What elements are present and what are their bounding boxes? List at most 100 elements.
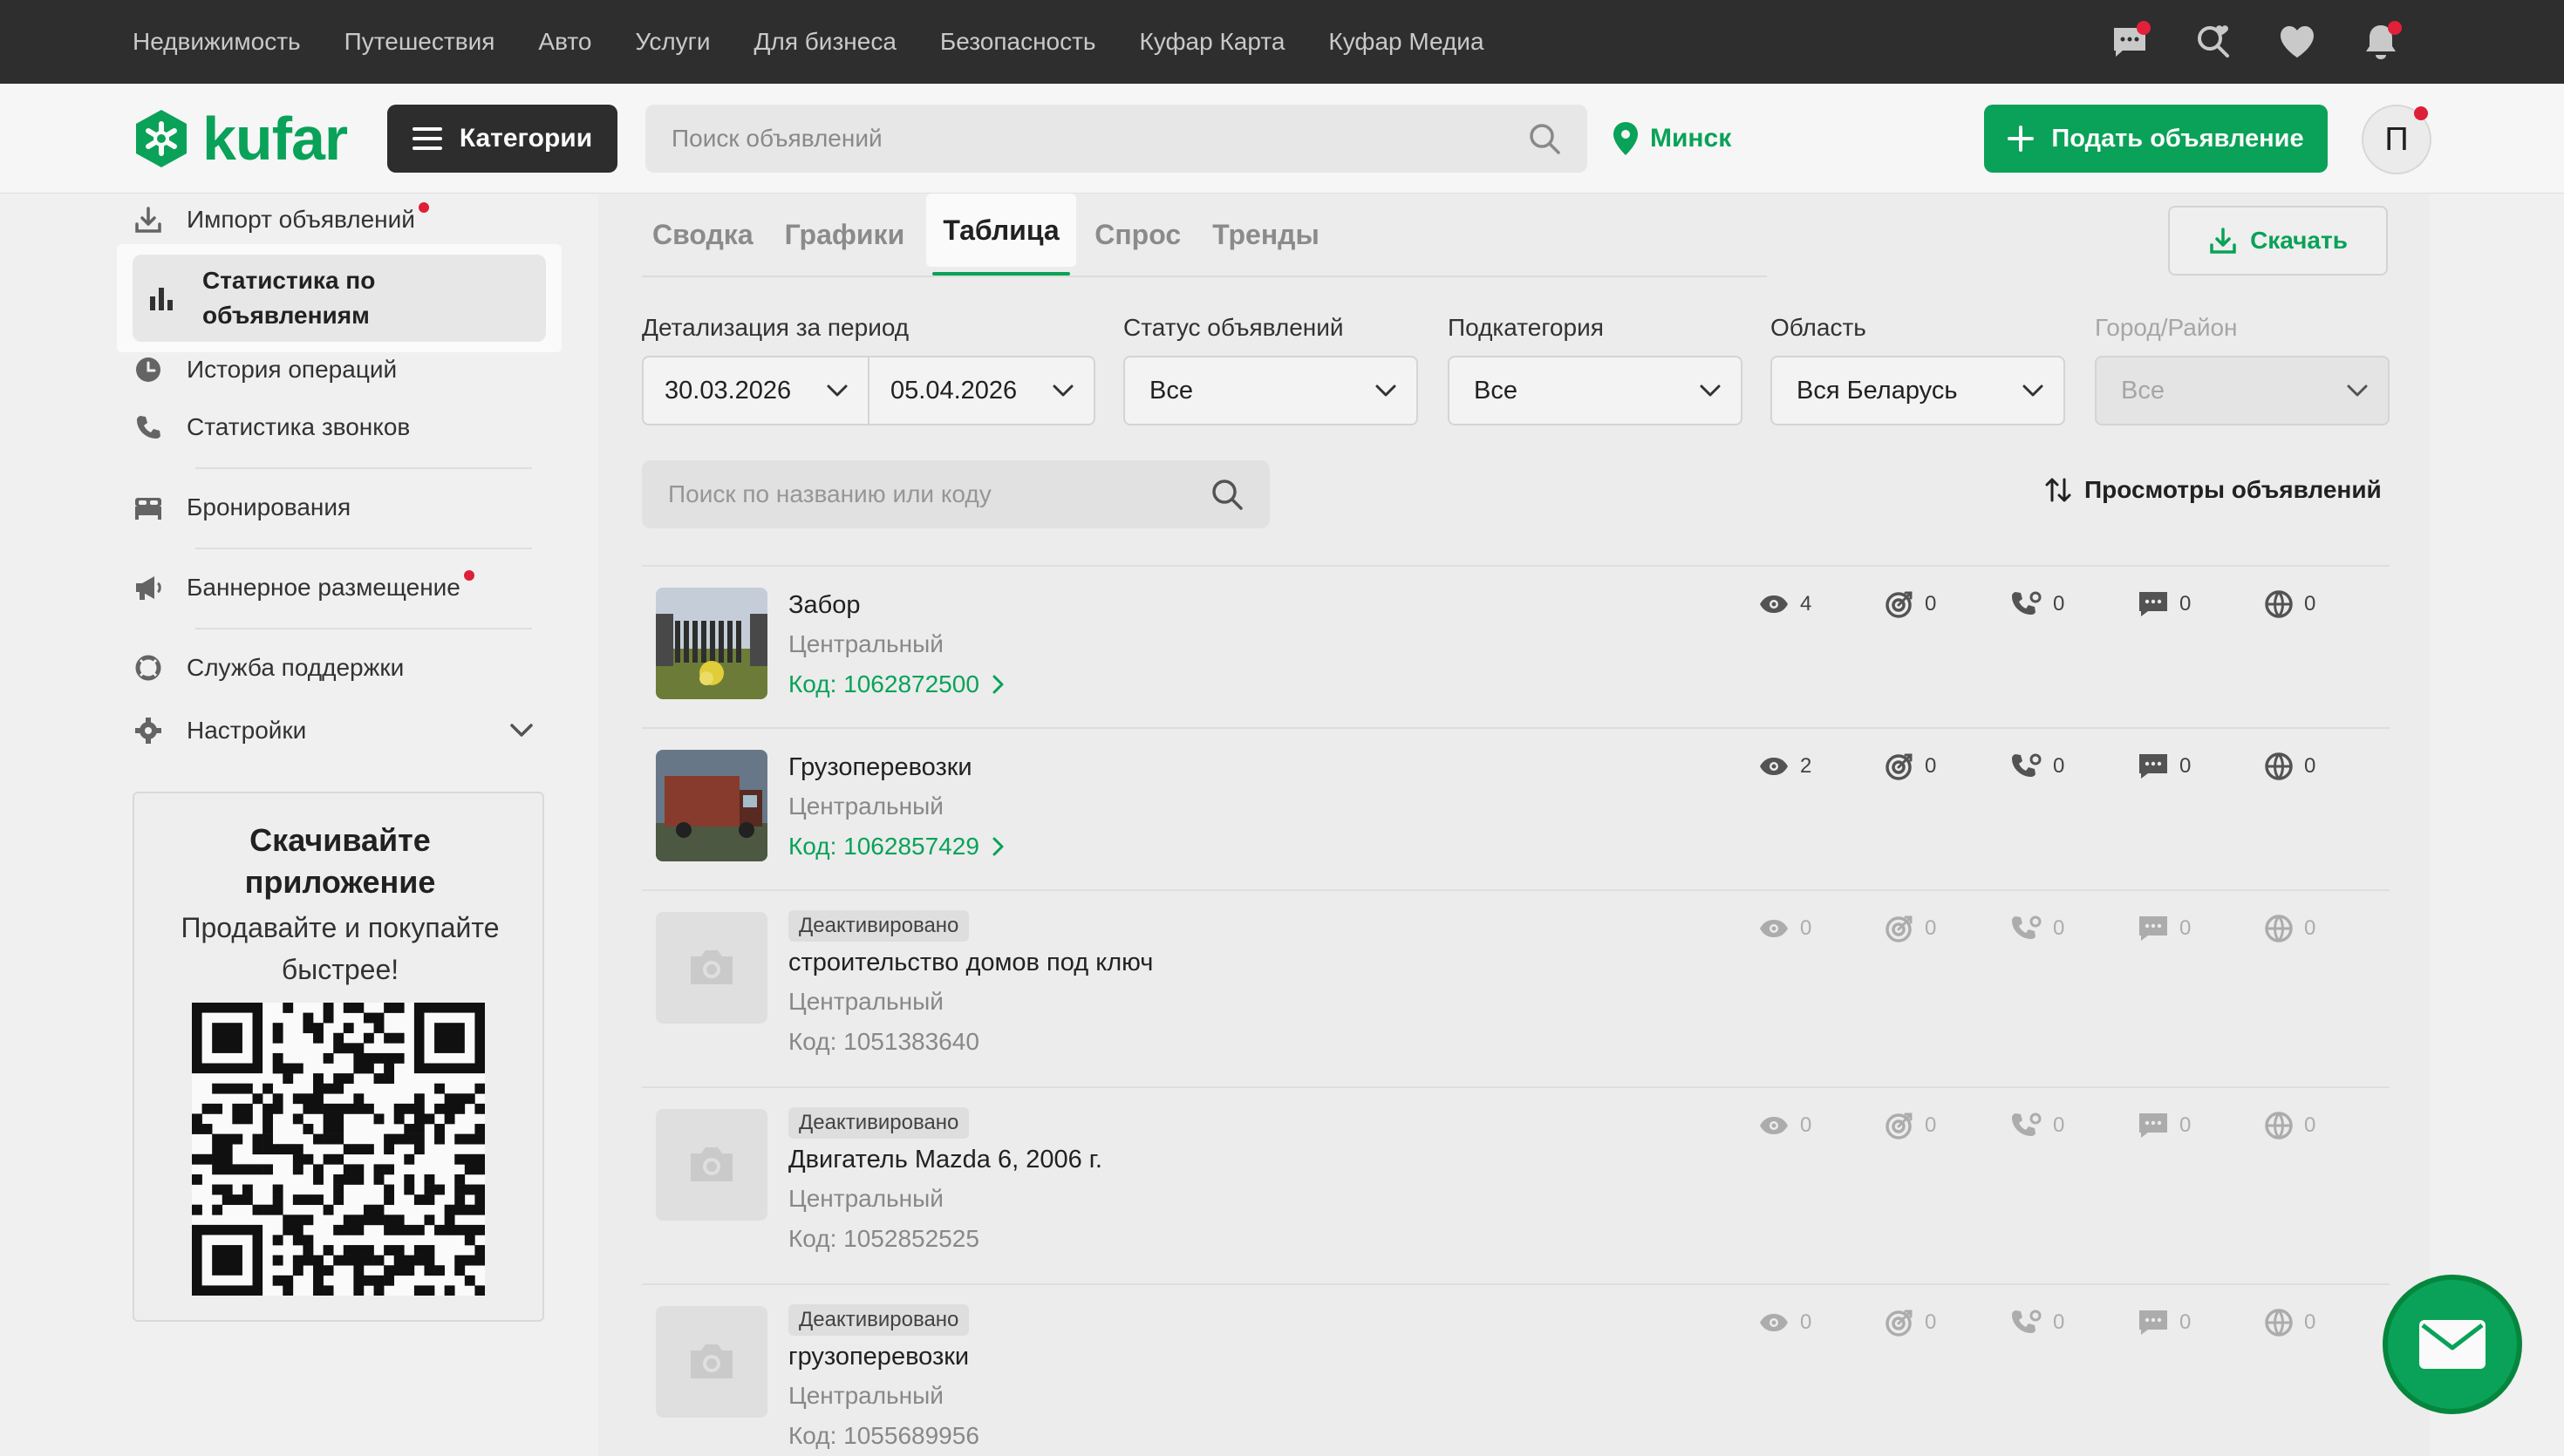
topnav-services[interactable]: Услуги xyxy=(635,28,710,56)
metric-contacts: 0 xyxy=(1885,752,2011,781)
lifebuoy-icon xyxy=(133,652,164,684)
ad-code: Код: 1055689956 xyxy=(788,1416,979,1456)
topnav-media[interactable]: Куфар Медиа xyxy=(1328,28,1483,56)
metric-messages: 0 xyxy=(2138,752,2264,781)
topnav-map[interactable]: Куфар Карта xyxy=(1140,28,1285,56)
avatar[interactable]: П xyxy=(2362,105,2431,174)
sidebar-item-label: История операций xyxy=(187,356,398,383)
metric-value: 0 xyxy=(1800,1310,1812,1334)
categories-button[interactable]: Категории xyxy=(387,105,617,173)
metric-value: 0 xyxy=(2053,1310,2065,1334)
feedback-button[interactable] xyxy=(2383,1275,2522,1414)
sidebar-item-banners[interactable]: Баннерное размещение xyxy=(133,570,494,603)
ad-thumbnail[interactable] xyxy=(656,1109,767,1221)
status-badge: Деактивировано xyxy=(788,910,970,942)
ad-code-text: Код: 1051383640 xyxy=(788,1028,979,1055)
metric-web: 0 xyxy=(2264,1308,2390,1337)
contacts-target-icon xyxy=(1885,591,1913,618)
metric-value: 0 xyxy=(2304,916,2316,940)
date-to-select[interactable]: 05.04.2026 xyxy=(868,357,1094,424)
ad-district: Центральный xyxy=(788,988,944,1015)
city-selector[interactable]: Минск xyxy=(1612,105,1731,173)
metric-value: 0 xyxy=(1925,1310,1937,1334)
status-select[interactable]: Все xyxy=(1123,356,1418,425)
metric-value: 0 xyxy=(2053,916,2065,940)
phone-icon xyxy=(133,412,164,443)
ads-search-input[interactable] xyxy=(668,480,1210,508)
ad-title[interactable]: Забор xyxy=(788,586,1006,624)
city-district-select: Все xyxy=(2095,356,2390,425)
metric-web: 0 xyxy=(2264,1111,2390,1140)
metric-contacts: 0 xyxy=(1885,589,2011,619)
calls-phone-icon xyxy=(2012,1112,2042,1136)
ad-thumbnail[interactable] xyxy=(656,912,767,1024)
region-select[interactable]: Вся Беларусь xyxy=(1770,356,2065,425)
chevron-down-icon[interactable] xyxy=(509,723,534,738)
topnav-realty[interactable]: Недвижимость xyxy=(133,28,301,56)
sort-views[interactable]: Просмотры объявлений xyxy=(2044,476,2382,504)
ad-row[interactable]: Деактивировано Двигатель Mazda 6, 2006 г.… xyxy=(642,1086,2390,1283)
sidebar-item-history[interactable]: История операций xyxy=(133,354,397,385)
sidebar-divider xyxy=(195,628,532,629)
tab-trends[interactable]: Тренды xyxy=(1212,219,1320,251)
metric-value: 0 xyxy=(1925,1113,1937,1137)
ad-thumbnail[interactable] xyxy=(656,1306,767,1418)
saved-search-icon[interactable] xyxy=(2192,21,2234,63)
metric-value: 0 xyxy=(2179,754,2192,778)
tab-demand[interactable]: Спрос xyxy=(1094,219,1181,251)
sidebar-item-calls[interactable]: Статистика звонков xyxy=(133,412,410,443)
tab-active-indicator xyxy=(932,272,1070,276)
contacts-target-icon xyxy=(1885,915,1913,942)
ad-title[interactable]: Грузоперевозки xyxy=(788,748,1006,786)
metric-messages: 0 xyxy=(2138,589,2264,619)
ad-row[interactable]: Грузоперевозки Центральный Код: 1062857429… xyxy=(642,727,2390,889)
ad-thumbnail[interactable] xyxy=(656,750,767,861)
logo-text: kufar xyxy=(202,105,348,173)
ad-title: Двигатель Mazda 6, 2006 г. xyxy=(788,1146,1102,1174)
subcategory-value: Все xyxy=(1474,376,1517,405)
sidebar-item-stats[interactable]: Статистика по объявлениям xyxy=(119,246,560,350)
download-button[interactable]: Скачать xyxy=(2168,206,2388,276)
period-label: Детализация за период xyxy=(642,314,910,341)
ad-metrics: 0 0 0 0 0 xyxy=(1758,914,2390,943)
metric-web: 0 xyxy=(2264,752,2390,781)
ad-code[interactable]: Код: 1062872500 xyxy=(788,664,1006,704)
ad-code[interactable]: Код: 1062857429 xyxy=(788,827,1006,867)
ad-row[interactable]: Деактивировано грузоперевозки Центральный К… xyxy=(642,1283,2390,1456)
sidebar-item-bookings[interactable]: Бронирования xyxy=(133,492,351,523)
metric-value: 0 xyxy=(1925,916,1937,940)
tab-summary[interactable]: Сводка xyxy=(652,219,754,251)
messages-icon[interactable] xyxy=(2109,21,2151,63)
date-from-select[interactable]: 30.03.2026 xyxy=(644,357,868,424)
top-icons xyxy=(2109,0,2402,84)
search-icon[interactable] xyxy=(1210,478,1244,511)
topnav-security[interactable]: Безопасность xyxy=(940,28,1096,56)
search-icon[interactable] xyxy=(1528,122,1561,155)
date-to-value: 05.04.2026 xyxy=(890,376,1018,405)
web-globe-icon xyxy=(2265,915,2293,942)
sidebar-item-support[interactable]: Служба поддержки xyxy=(133,652,404,684)
sidebar-item-settings[interactable]: Настройки xyxy=(133,715,534,746)
ad-info: Грузоперевозки Центральный Код: 1062857429 xyxy=(788,748,1006,867)
tab-charts[interactable]: Графики xyxy=(785,219,905,251)
metric-value: 2 xyxy=(1800,754,1812,778)
app-promo-title: Скачивайте приложение xyxy=(244,822,436,900)
notifications-bell-icon[interactable] xyxy=(2360,21,2402,63)
topnav-travel[interactable]: Путешествия xyxy=(344,28,495,56)
favorites-heart-icon[interactable] xyxy=(2276,21,2318,63)
ad-row[interactable]: Деактивировано строительство домов под кл… xyxy=(642,889,2390,1086)
ad-code-text: Код: 1052852525 xyxy=(788,1225,979,1252)
post-ad-button[interactable]: Подать объявление xyxy=(1984,105,2328,173)
messages-chat-icon xyxy=(2139,1113,2167,1138)
topnav-auto[interactable]: Авто xyxy=(538,28,591,56)
metric-value: 0 xyxy=(2304,592,2316,616)
main-search-input[interactable] xyxy=(672,125,1528,153)
ad-thumbnail[interactable] xyxy=(656,588,767,699)
tab-table[interactable]: Таблица xyxy=(926,194,1076,267)
ad-row[interactable]: Забор Центральный Код: 1062872500 4 0 0 0 0 xyxy=(642,565,2390,727)
kufar-logo[interactable]: kufar xyxy=(133,105,348,173)
subcategory-select[interactable]: Все xyxy=(1448,356,1742,425)
topnav-business[interactable]: Для бизнеса xyxy=(754,28,897,56)
sidebar-item-import[interactable]: Импорт объявлений xyxy=(133,202,448,235)
app-qr-code[interactable] xyxy=(192,1003,485,1296)
